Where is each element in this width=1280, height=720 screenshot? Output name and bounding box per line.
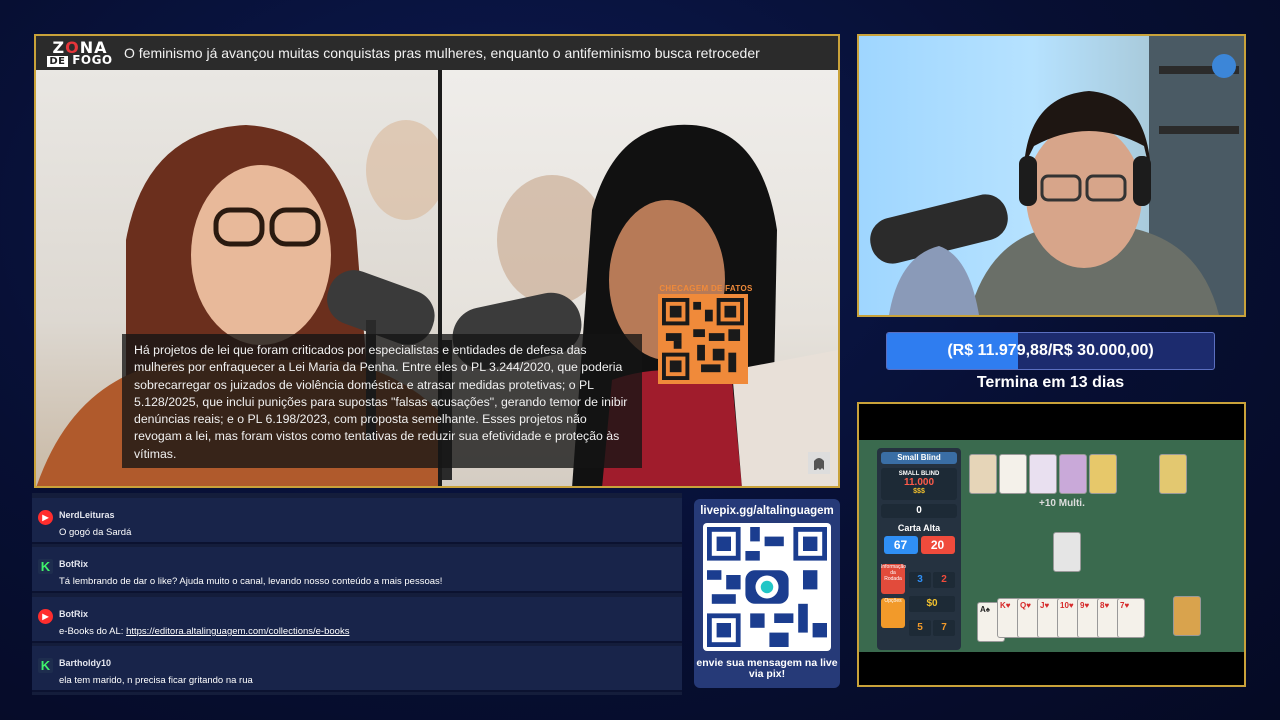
chat-message: K Bartholdy10 ela tem marido, n precisa … [32,646,682,692]
consumable-card[interactable] [1159,454,1187,494]
hand-type-label: Carta Alta [897,523,941,533]
deck-pile[interactable] [1173,596,1201,636]
blind-label: Small Blind [881,452,957,464]
logo-fogo: FOGO [72,52,113,67]
played-card [1053,532,1081,572]
mult-value: 20 [920,536,955,554]
kick-icon: K [38,559,53,574]
blind-chip-label: SMALL BLIND [898,471,940,477]
chips-mult-display: 67 20 [881,536,957,556]
corner-watermark-badge [808,452,830,474]
chat-message: ▶ NerdLeituras O gogó da Sardá [32,498,682,544]
youtube-icon: ▶ [38,609,53,624]
pix-qr-code[interactable] [703,523,831,651]
pix-donation-box: livepix.gg/altalinguagem envie sua mensa… [694,499,840,688]
fact-check-box: Há projetos de lei que foram criticados … [122,334,642,468]
chat-text: e-Books do AL: https://editora.altalingu… [59,626,349,637]
run-info-button[interactable]: Informação da Rodada [881,564,906,594]
game-sidebar: Small Blind SMALL BLIND 11.000 $$$ 0 Car… [877,448,961,650]
chips-value: 67 [883,536,918,554]
chat-message: K BotRix Tá lembrando de dar o like? Aju… [32,547,682,593]
pix-caption: envie sua mensagem na live via pix! [696,657,838,680]
kick-icon: K [38,658,53,673]
chat-username: Bartholdy10 [59,658,112,668]
chat-text: Tá lembrando de dar o like? Ajuda muito … [59,576,443,587]
donation-goal-bar: (R$ 11.979,88/R$ 30.000,00) [886,332,1215,370]
joker-card[interactable] [1089,454,1117,494]
chat-text: O gogó da Sardá [59,527,132,538]
blind-target-score: 11.000 [903,477,935,488]
hands-remaining: 3 [909,572,931,588]
pix-url[interactable]: livepix.gg/altalinguagem [694,505,840,517]
chat-text: ela tem marido, n precisa ficar gritando… [59,675,253,686]
joker-card[interactable] [1029,454,1057,494]
logo-line-2: DE FOGO [47,52,113,67]
joker-card[interactable] [999,454,1027,494]
main-video-panel: ZONA DE FOGO O feminismo já avançou muit… [34,34,840,488]
player-hand: A♠ K♥ Q♥ J♥ 10♥ 9♥ 8♥ 7♥ [977,598,1157,642]
fact-check-label: CHECAGEM DE FATOS [659,284,753,293]
headline-bar: ZONA DE FOGO O feminismo já avançou muit… [36,36,838,70]
hand-card[interactable]: 7♥ [1117,598,1145,638]
fact-check-qr-code[interactable] [658,294,748,384]
blind-info: SMALL BLIND 11.000 $$$ [881,468,957,500]
mult-popup-text: +10 Multi. [1039,498,1085,509]
ebooks-link[interactable]: https://editora.altalinguagem.com/collec… [126,626,349,637]
chat-text-prefix: e-Books do AL: [59,626,127,637]
chat-message: ▶ BotRix e-Books do AL: https://editora.… [32,597,682,643]
goal-deadline-caption: Termina em 13 dias [976,374,1125,391]
round-display: 7 [933,620,955,636]
ante-display: 5 [909,620,931,636]
goal-amount-text: (R$ 11.979,88/R$ 30.000,00) [947,342,1154,359]
headline-text: O feminismo já avançou muitas conquistas… [124,45,760,61]
chat-username: BotRix [59,609,88,619]
zona-de-fogo-logo: ZONA DE FOGO [36,36,124,70]
chat-username: NerdLeituras [59,510,115,520]
game-capture: Small Blind SMALL BLIND 11.000 $$$ 0 Car… [857,402,1246,687]
logo-de: DE [47,55,68,67]
options-button[interactable]: Opções [881,598,905,628]
youtube-icon: ▶ [38,510,53,525]
chat-panel: ▶ NerdLeituras O gogó da Sardá K BotRix … [32,493,682,695]
joker-card[interactable] [969,454,997,494]
ghost-icon [808,452,830,474]
webcam-illustration [870,36,1244,315]
money-display: $0 [909,596,955,612]
joker-card[interactable] [1059,454,1087,494]
streamer-webcam [857,34,1246,317]
round-score: 0 [881,504,957,518]
chat-username: BotRix [59,559,88,569]
discards-remaining: 2 [933,572,955,588]
qr-pattern-icon [662,298,744,380]
qr-pattern-icon [707,527,827,647]
blind-reward: $$$ [913,488,925,495]
